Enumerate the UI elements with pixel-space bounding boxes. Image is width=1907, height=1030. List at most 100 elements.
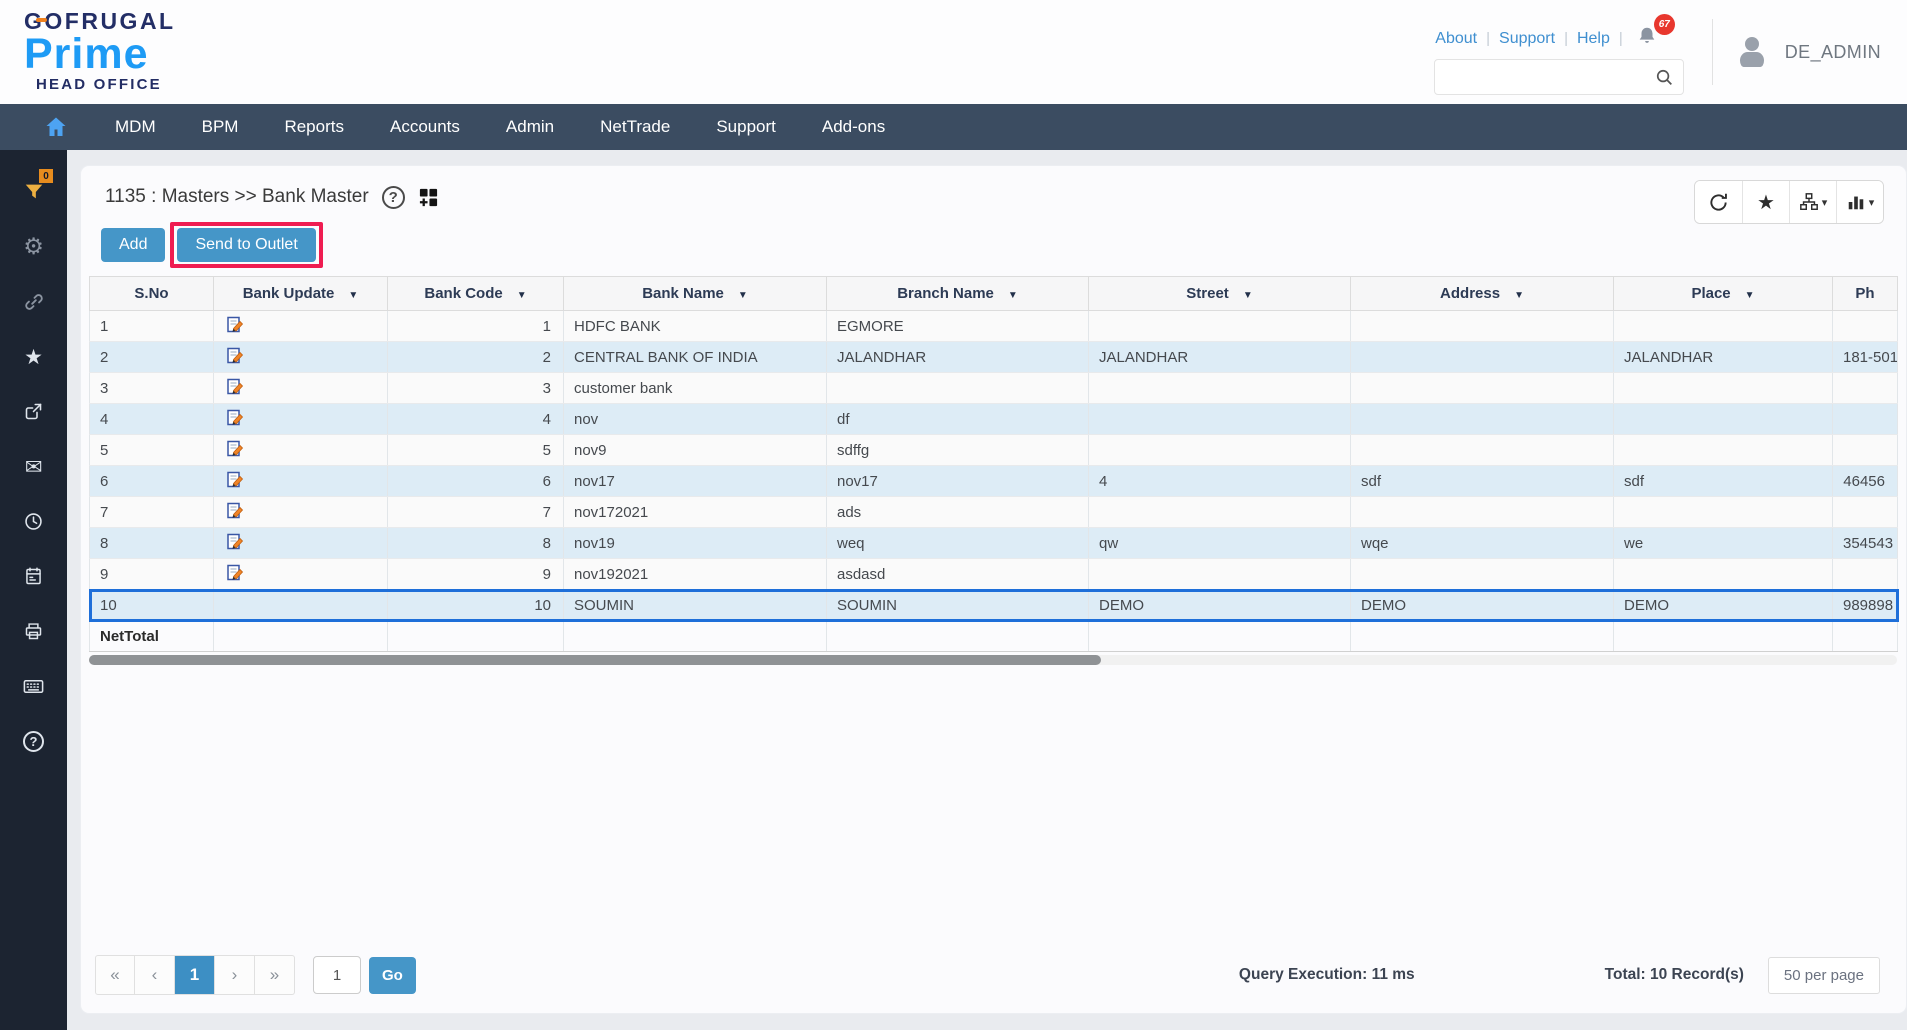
table-row[interactable]: 3 3 customer bank	[89, 372, 1898, 404]
content-card: 1135 : Masters >> Bank Master ? ★ ▾ ▾ Ad…	[81, 166, 1906, 1013]
net-total-cell	[563, 620, 827, 652]
logo-brand-text: GOFRUGAL	[24, 8, 176, 34]
cell-street	[1088, 372, 1351, 404]
cell-bank-update	[213, 589, 388, 621]
column-header-s-no[interactable]: S.No	[89, 276, 214, 311]
nav-item-nettrade[interactable]: NetTrade	[577, 117, 693, 137]
notification-bell-icon[interactable]: 67	[1636, 14, 1675, 52]
column-header-bank-update[interactable]: Bank Update ▼	[213, 276, 388, 311]
column-header-street[interactable]: Street ▼	[1088, 276, 1351, 311]
table-row[interactable]: 8 8 nov19 weq qw wqe we 354543	[89, 527, 1898, 559]
cell-place: JALANDHAR	[1613, 341, 1833, 373]
chart-view-button[interactable]: ▾	[1836, 181, 1883, 223]
column-header-address[interactable]: Address ▼	[1350, 276, 1614, 311]
support-link[interactable]: Support	[1499, 30, 1555, 48]
prev-page-button[interactable]: ‹	[135, 955, 175, 995]
hierarchy-view-button[interactable]: ▾	[1789, 181, 1836, 223]
home-icon[interactable]	[20, 115, 92, 139]
keyboard-icon[interactable]	[0, 659, 67, 714]
next-page-button[interactable]: ›	[215, 955, 255, 995]
sort-caret-icon: ▼	[1514, 290, 1524, 301]
cell-bank-update[interactable]	[213, 558, 388, 590]
cell-bank-update[interactable]	[213, 527, 388, 559]
nav-item-reports[interactable]: Reports	[261, 117, 367, 137]
help-link[interactable]: Help	[1577, 30, 1610, 48]
table-row-selected[interactable]: 10 10 SOUMIN SOUMIN DEMO DEMO DEMO 989898	[88, 588, 1899, 622]
user-avatar-icon	[1733, 33, 1771, 71]
share-icon[interactable]	[0, 384, 67, 439]
cell-bank-update[interactable]	[213, 372, 388, 404]
cell-place: sdf	[1613, 465, 1833, 497]
gear-icon[interactable]: ⚙	[0, 219, 67, 274]
send-to-outlet-button[interactable]: Send to Outlet	[177, 228, 316, 262]
user-menu[interactable]: DE_ADMIN	[1733, 33, 1907, 71]
link-icon[interactable]	[0, 274, 67, 329]
favorite-button[interactable]: ★	[1742, 181, 1789, 223]
nav-item-admin[interactable]: Admin	[483, 117, 577, 137]
net-total-cell	[1832, 620, 1898, 652]
column-header-bank-name[interactable]: Bank Name ▼	[563, 276, 827, 311]
print-icon[interactable]	[0, 604, 67, 659]
table-row[interactable]: 4 4 nov df	[89, 403, 1898, 435]
cell-bank-update[interactable]	[213, 403, 388, 435]
page-number-button[interactable]: 1	[175, 955, 215, 995]
cell-bank-update[interactable]	[213, 496, 388, 528]
horizontal-scrollbar-track[interactable]	[89, 655, 1897, 665]
search-icon[interactable]	[1655, 68, 1683, 87]
cell-bank-code: 5	[387, 434, 564, 466]
horizontal-scrollbar-thumb[interactable]	[89, 655, 1102, 665]
cell-bank-update[interactable]	[213, 434, 388, 466]
cell-bank-update[interactable]	[213, 465, 388, 497]
cell-address	[1350, 434, 1614, 466]
column-header-branch-name[interactable]: Branch Name ▼	[826, 276, 1089, 311]
nav-item-bpm[interactable]: BPM	[179, 117, 262, 137]
last-page-button[interactable]: »	[255, 955, 295, 995]
table-row[interactable]: 5 5 nov9 sdffg	[89, 434, 1898, 466]
go-button[interactable]: Go	[369, 956, 416, 994]
column-header-ph[interactable]: Ph	[1832, 276, 1898, 311]
first-page-button[interactable]: «	[95, 955, 135, 995]
clock-icon[interactable]	[0, 494, 67, 549]
cell-address: sdf	[1350, 465, 1614, 497]
logo-orange-accent	[36, 18, 47, 22]
bank-update-edit-icon	[227, 564, 244, 580]
search-input[interactable]	[1434, 61, 1655, 93]
dashboard-grid-icon[interactable]	[418, 187, 439, 208]
table-row[interactable]: 7 7 nov172021 ads	[89, 496, 1898, 528]
cell-place: DEMO	[1613, 589, 1833, 621]
about-link[interactable]: About	[1435, 30, 1477, 48]
refresh-button[interactable]	[1695, 181, 1742, 223]
bank-update-edit-icon	[227, 378, 244, 394]
add-button[interactable]: Add	[101, 228, 166, 262]
nav-item-accounts[interactable]: Accounts	[367, 117, 483, 137]
total-records-label: Total: 10 Record(s)	[1604, 966, 1744, 983]
cell-phone: 46456	[1832, 465, 1898, 497]
table-row[interactable]: 6 6 nov17 nov17 4 sdf sdf 46456	[89, 465, 1898, 497]
report-icon[interactable]	[0, 549, 67, 604]
filter-icon[interactable]: 0	[0, 164, 67, 219]
cell-sno: 3	[89, 372, 214, 404]
table-row[interactable]: 9 9 nov192021 asdasd	[89, 558, 1898, 590]
goto-page-input[interactable]	[313, 956, 361, 994]
cell-bank-update[interactable]	[213, 341, 388, 373]
chevron-down-icon: ▾	[1868, 196, 1875, 209]
cell-bank-name: nov	[563, 403, 827, 435]
page-help-icon[interactable]: ?	[381, 185, 405, 209]
nav-item-add-ons[interactable]: Add-ons	[799, 117, 908, 137]
cell-bank-name: customer bank	[563, 372, 827, 404]
column-header-place[interactable]: Place ▼	[1613, 276, 1833, 311]
cell-street: DEMO	[1088, 589, 1351, 621]
cell-bank-update[interactable]	[213, 310, 388, 342]
column-header-bank-code[interactable]: Bank Code ▼	[387, 276, 564, 311]
table-row[interactable]: 2 2 CENTRAL BANK OF INDIA JALANDHAR JALANDH…	[89, 341, 1898, 373]
nav-item-mdm[interactable]: MDM	[92, 117, 179, 137]
cell-bank-code: 1	[387, 310, 564, 342]
table-row[interactable]: 1 1 HDFC BANK EGMORE	[89, 310, 1898, 342]
per-page-select[interactable]: 50 per page	[1767, 956, 1880, 994]
star-icon[interactable]: ★	[0, 329, 67, 384]
cell-branch-name: nov17	[826, 465, 1089, 497]
nav-item-support[interactable]: Support	[693, 117, 799, 137]
help-icon[interactable]: ?	[0, 714, 67, 769]
mail-icon[interactable]: ✉	[0, 439, 67, 494]
cell-place	[1613, 310, 1833, 342]
